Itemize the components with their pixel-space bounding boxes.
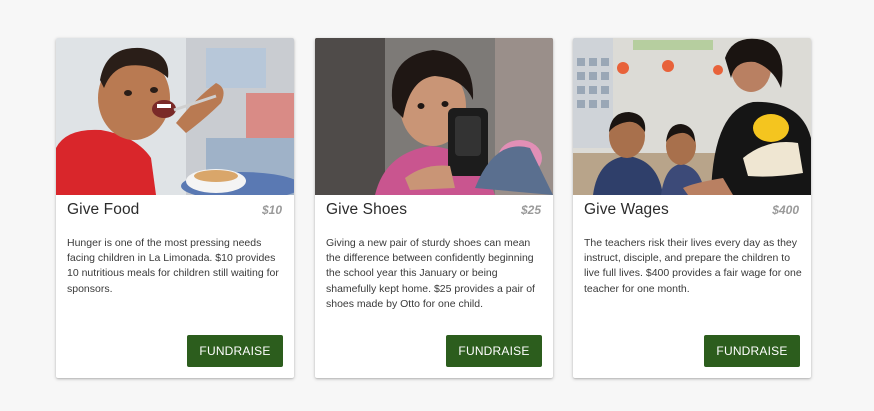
card-description: The teachers risk their lives every day …: [584, 237, 802, 295]
teacher-with-children-photo: [573, 38, 811, 195]
give-shoes-card: Give Shoes $25 Giving a new pair of stur…: [315, 38, 553, 378]
card-title: Give Wages: [584, 201, 669, 218]
boy-eating-food-photo: [56, 38, 294, 195]
fundraise-button[interactable]: FUNDRAISE: [446, 335, 542, 367]
fundraise-cards: Give Food $10 Hunger is one of the most …: [0, 0, 874, 411]
fundraise-button[interactable]: FUNDRAISE: [704, 335, 800, 367]
card-title: Give Food: [67, 201, 140, 218]
card-amount: $10: [261, 203, 282, 217]
card-description: Hunger is one of the most pressing needs…: [67, 237, 279, 295]
girl-holding-shoes-photo: [315, 38, 553, 195]
give-food-card: Give Food $10 Hunger is one of the most …: [56, 38, 294, 378]
card-amount: $400: [772, 203, 799, 217]
give-wages-card: Give Wages $400 The teachers risk their …: [573, 38, 811, 378]
card-description: Giving a new pair of sturdy shoes can me…: [326, 237, 535, 310]
card-amount: $25: [520, 203, 541, 217]
fundraise-button[interactable]: FUNDRAISE: [187, 335, 283, 367]
card-title: Give Shoes: [326, 201, 408, 218]
